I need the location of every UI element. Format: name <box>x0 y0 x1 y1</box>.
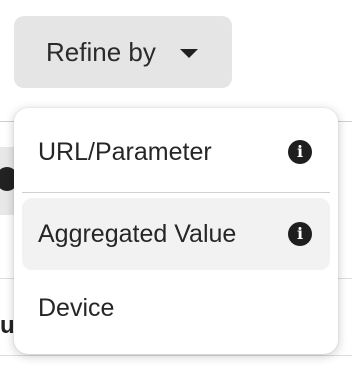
refine-by-label: Refine by <box>46 37 156 67</box>
menu-divider <box>22 192 330 193</box>
background-partial-text: u <box>0 312 15 339</box>
refine-by-button[interactable]: Refine by <box>14 16 232 88</box>
menu-item-label: Aggregated Value <box>38 220 237 248</box>
menu-item-aggregated-value[interactable]: Aggregated Value i <box>22 198 330 270</box>
menu-item-label: Device <box>38 294 115 322</box>
info-icon[interactable]: i <box>288 140 312 164</box>
menu-item-label: URL/Parameter <box>38 138 212 166</box>
refine-by-dropdown: URL/Parameter i Aggregated Value i Devic… <box>14 108 338 354</box>
menu-item-url-parameter[interactable]: URL/Parameter i <box>22 116 330 188</box>
background-divider <box>0 355 352 356</box>
menu-item-device[interactable]: Device <box>22 272 330 344</box>
caret-down-icon <box>179 49 198 58</box>
info-icon[interactable]: i <box>288 222 312 246</box>
